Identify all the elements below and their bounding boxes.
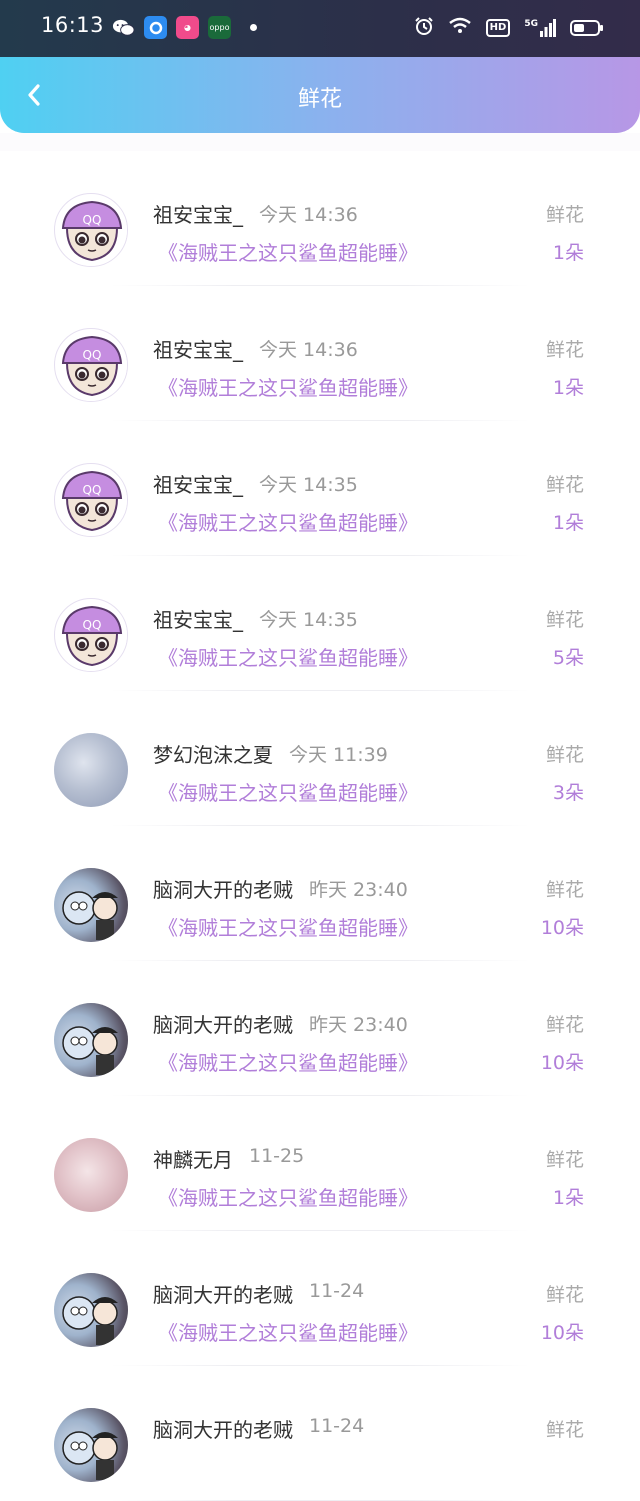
work-title-link[interactable]: 《海贼王之这只鲨鱼超能睡》 [158,1047,418,1076]
gift-count: 3朵 [552,782,584,804]
record-row[interactable]: QQ 祖安宝宝_ 今天 14:36 《海贼王之这只鲨鱼超能睡》 鲜花 1朵 [0,286,640,421]
sent-time: 今天 11:39 [289,744,388,766]
oppo-app-icon: oppo [208,16,231,39]
gift-count: 1朵 [552,377,584,399]
gift-type-label: 鲜花 [545,609,584,631]
record-row[interactable]: 梦幻泡沫之夏 今天 11:39 《海贼王之这只鲨鱼超能睡》 鲜花 3朵 [0,691,640,826]
sent-time: 昨天 23:40 [309,879,408,901]
gift-type-label: 鲜花 [545,1419,584,1441]
gift-type-label: 鲜花 [545,879,584,901]
page-title: 鲜花 [297,87,342,112]
sent-time: 今天 14:36 [259,339,358,361]
sender-name[interactable]: 祖安宝宝_ [153,199,243,228]
work-title-link[interactable]: 《海贼王之这只鲨鱼超能睡》 [158,372,418,401]
dreamy-avatar[interactable] [54,733,128,807]
comic-avatar[interactable] [54,868,128,942]
hd-voice-icon: HD [485,19,511,37]
gift-type-label: 鲜花 [545,204,584,226]
record-row[interactable]: 脑洞大开的老贼 11-24 鲜花 [0,1366,640,1501]
qq-candy-avatar[interactable]: QQ [54,193,128,267]
status-time: 16:13 [41,13,105,37]
gift-count: 1朵 [552,1187,584,1209]
battery-level [574,24,584,32]
wechat-icon [112,16,135,39]
sender-name[interactable]: 脑洞大开的老贼 [153,874,293,903]
sent-time: 今天 14:35 [259,474,358,496]
sent-time: 11-24 [309,1280,365,1302]
sender-name[interactable]: 神麟无月 [153,1144,233,1173]
flower-record-list: QQ 祖安宝宝_ 今天 14:36 《海贼王之这只鲨鱼超能睡》 鲜花 1朵 QQ 祖安宝宝_ 今… [0,151,640,1501]
work-title-link[interactable]: 《海贼王之这只鲨鱼超能睡》 [158,777,418,806]
sender-name[interactable]: 脑洞大开的老贼 [153,1009,293,1038]
record-row[interactable]: QQ 祖安宝宝_ 今天 14:35 《海贼王之这只鲨鱼超能睡》 鲜花 1朵 [0,421,640,556]
sent-time: 昨天 23:40 [309,1014,408,1036]
svg-text:QQ: QQ [83,213,102,227]
svg-text:QQ: QQ [83,618,102,632]
sender-name[interactable]: 脑洞大开的老贼 [153,1279,293,1308]
gift-count: 10朵 [540,917,584,939]
browser-app-icon [144,16,167,39]
work-title-link[interactable]: 《海贼王之这只鲨鱼超能睡》 [158,1317,418,1346]
gift-type-label: 鲜花 [545,1149,584,1171]
qq-candy-avatar[interactable]: QQ [54,598,128,672]
qq-candy-avatar[interactable]: QQ [54,328,128,402]
comic-avatar[interactable] [54,1273,128,1347]
sender-name[interactable]: 祖安宝宝_ [153,469,243,498]
alarm-icon [414,16,434,40]
gift-count: 1朵 [552,242,584,264]
gift-type-label: 鲜花 [545,474,584,496]
top-header: 鲜花 [0,57,640,133]
sender-name[interactable]: 祖安宝宝_ [153,604,243,633]
pink-app-icon: ◕ [176,16,199,39]
wifi-icon [448,17,472,39]
svg-text:QQ: QQ [83,348,102,362]
gift-count: 10朵 [540,1052,584,1074]
gift-type-label: 鲜花 [545,339,584,361]
sent-time: 今天 14:36 [259,204,358,226]
svg-text:QQ: QQ [83,483,102,497]
status-bar: 16:13 ◕ oppo HD 5G [0,0,640,57]
signal-5g-icon: 5G [524,19,556,37]
work-title-link[interactable]: 《海贼王之这只鲨鱼超能睡》 [158,237,418,266]
qq-candy-avatar[interactable]: QQ [54,463,128,537]
comic-avatar[interactable] [54,1408,128,1482]
gift-type-label: 鲜花 [545,1284,584,1306]
sent-time: 11-25 [249,1145,305,1167]
work-title-link[interactable]: 《海贼王之这只鲨鱼超能睡》 [158,912,418,941]
sender-name[interactable]: 祖安宝宝_ [153,334,243,363]
comic-avatar[interactable] [54,1003,128,1077]
sent-time: 11-24 [309,1415,365,1437]
sender-name[interactable]: 梦幻泡沫之夏 [153,739,273,768]
gift-type-label: 鲜花 [545,744,584,766]
record-row[interactable]: 脑洞大开的老贼 昨天 23:40 《海贼王之这只鲨鱼超能睡》 鲜花 10朵 [0,826,640,961]
gift-count: 5朵 [552,647,584,669]
pink-avatar[interactable] [54,1138,128,1212]
gift-count: 10朵 [540,1322,584,1344]
more-notifications-icon [250,24,257,31]
sent-time: 今天 14:35 [259,609,358,631]
gift-type-label: 鲜花 [545,1014,584,1036]
battery-icon [570,20,603,36]
work-title-link[interactable]: 《海贼王之这只鲨鱼超能睡》 [158,507,418,536]
gift-count: 1朵 [552,512,584,534]
list-top-spacer [0,133,640,151]
record-row[interactable]: 神麟无月 11-25 《海贼王之这只鲨鱼超能睡》 鲜花 1朵 [0,1096,640,1231]
record-row[interactable]: QQ 祖安宝宝_ 今天 14:35 《海贼王之这只鲨鱼超能睡》 鲜花 5朵 [0,556,640,691]
record-row[interactable]: 脑洞大开的老贼 昨天 23:40 《海贼王之这只鲨鱼超能睡》 鲜花 10朵 [0,961,640,1096]
record-row[interactable]: QQ 祖安宝宝_ 今天 14:36 《海贼王之这只鲨鱼超能睡》 鲜花 1朵 [0,151,640,286]
record-row[interactable]: 脑洞大开的老贼 11-24 《海贼王之这只鲨鱼超能睡》 鲜花 10朵 [0,1231,640,1366]
notification-icons: ◕ oppo [112,16,257,39]
work-title-link[interactable]: 《海贼王之这只鲨鱼超能睡》 [158,1182,418,1211]
system-icons: HD 5G [414,16,603,40]
sender-name[interactable]: 脑洞大开的老贼 [153,1414,293,1443]
work-title-link[interactable]: 《海贼王之这只鲨鱼超能睡》 [158,642,418,671]
